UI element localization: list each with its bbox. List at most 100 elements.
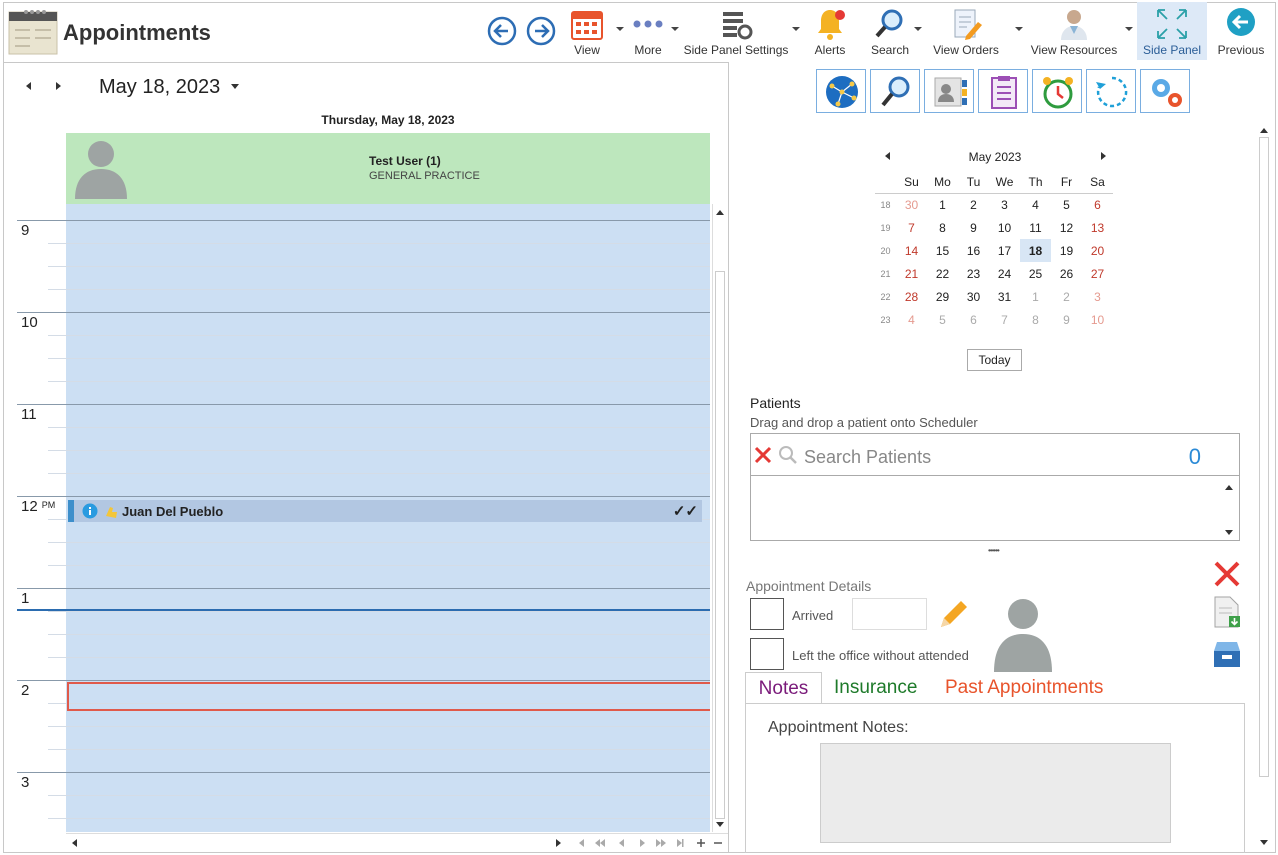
more-dropdown-arrow[interactable] (671, 27, 679, 31)
contact-card-button[interactable] (924, 69, 974, 113)
calendar-day[interactable]: 29 (927, 285, 958, 308)
delete-icon[interactable] (1212, 559, 1242, 589)
left-office-checkbox[interactable] (750, 638, 784, 670)
forward-button[interactable] (526, 16, 556, 46)
pencil-icon[interactable] (936, 598, 970, 632)
scheduler-vertical-scrollbar[interactable] (712, 204, 729, 832)
calendar-day[interactable]: 1 (1020, 285, 1051, 308)
today-button[interactable]: Today (967, 349, 1022, 371)
calendar-day[interactable]: 16 (958, 239, 989, 262)
calendar-day[interactable]: 31 (989, 285, 1020, 308)
calendar-day[interactable]: 9 (1051, 308, 1082, 331)
list-scroll-up-icon[interactable] (1225, 485, 1233, 490)
calendar-day[interactable]: 4 (896, 308, 927, 331)
refresh-button[interactable] (1086, 69, 1136, 113)
search-button[interactable]: Search (868, 2, 912, 60)
side-panel-settings-button[interactable]: Side Panel Settings (683, 2, 789, 60)
calendar-day[interactable]: 4 (1020, 193, 1051, 216)
settings-dropdown-arrow[interactable] (792, 27, 800, 31)
archive-tray-icon[interactable] (1211, 639, 1243, 669)
side-scroll-thumb[interactable] (1259, 137, 1269, 777)
list-scroll-down-icon[interactable] (1225, 530, 1233, 535)
view-dropdown-arrow[interactable] (616, 27, 624, 31)
calendar-day[interactable]: 3 (1082, 285, 1113, 308)
clipboard-button[interactable] (978, 69, 1028, 113)
web-button[interactable] (816, 69, 866, 113)
calendar-day-selected[interactable]: 18 (1020, 239, 1051, 262)
calendar-day[interactable]: 6 (958, 308, 989, 331)
clear-search-icon[interactable] (753, 445, 773, 465)
alerts-button[interactable]: Alerts (808, 2, 852, 60)
calendar-day[interactable]: 19 (1051, 239, 1082, 262)
selected-time-slot[interactable] (67, 682, 710, 711)
calendar-day[interactable]: 7 (896, 216, 927, 239)
calendar-day[interactable]: 25 (1020, 262, 1051, 285)
back-button[interactable] (487, 16, 517, 46)
resources-dropdown-arrow[interactable] (1125, 27, 1133, 31)
tab-past-appointments[interactable]: Past Appointments (945, 672, 1103, 704)
calendar-day[interactable]: 12 (1051, 216, 1082, 239)
calendar-day[interactable]: 8 (1020, 308, 1051, 331)
patient-search-box[interactable]: Search Patients 0 (750, 433, 1240, 476)
date-dropdown-icon[interactable] (231, 84, 239, 89)
calendar-day[interactable]: 20 (1082, 239, 1113, 262)
calendar-day[interactable]: 1 (927, 193, 958, 216)
calendar-day[interactable]: 17 (989, 239, 1020, 262)
calendar-day[interactable]: 10 (1082, 308, 1113, 331)
calendar-day[interactable]: 28 (896, 285, 927, 308)
calendar-day[interactable]: 30 (958, 285, 989, 308)
view-orders-button[interactable]: View Orders (931, 2, 1001, 60)
tab-notes[interactable]: Notes (745, 672, 822, 704)
scroll-thumb[interactable] (715, 271, 725, 819)
calendar-day[interactable]: 22 (927, 262, 958, 285)
splitter-grip[interactable]: •••••• (988, 546, 1000, 555)
side-panel-button[interactable]: Side Panel (1137, 2, 1207, 60)
tab-insurance[interactable]: Insurance (834, 672, 917, 704)
calendar-day[interactable]: 27 (1082, 262, 1113, 285)
view-resources-button[interactable]: View Resources (1030, 2, 1118, 60)
patient-list[interactable] (750, 475, 1240, 541)
calendar-day[interactable]: 9 (958, 216, 989, 239)
arrived-checkbox[interactable] (750, 598, 784, 630)
calendar-day[interactable]: 5 (927, 308, 958, 331)
calendar-day[interactable]: 30 (896, 193, 927, 216)
calendar-day[interactable]: 24 (989, 262, 1020, 285)
view-button[interactable]: View (565, 2, 609, 60)
calendar-day[interactable]: 23 (958, 262, 989, 285)
orders-dropdown-arrow[interactable] (1015, 27, 1023, 31)
calendar-day[interactable]: 2 (1051, 285, 1082, 308)
calendar-day[interactable]: 3 (989, 193, 1020, 216)
search-dropdown-arrow[interactable] (914, 27, 922, 31)
side-panel-scrollbar[interactable] (1255, 124, 1272, 852)
info-icon[interactable] (82, 503, 98, 519)
find-button[interactable] (870, 69, 920, 113)
calendar-day[interactable]: 11 (1020, 216, 1051, 239)
next-month-icon[interactable] (1101, 152, 1106, 160)
time-grid[interactable]: 9 10 11 12 PM 1 2 3 Juan Del Pueblo ✓✓ (4, 204, 710, 832)
prev-day-icon[interactable] (26, 82, 32, 90)
current-date[interactable]: May 18, 2023 (99, 76, 220, 99)
calendar-day[interactable]: 10 (989, 216, 1020, 239)
calendar-day[interactable]: 6 (1082, 193, 1113, 216)
previous-button[interactable]: Previous (1215, 2, 1267, 60)
calendar-day[interactable]: 13 (1082, 216, 1113, 239)
timeline-navigator-icons[interactable] (574, 838, 724, 848)
calendar-day[interactable]: 8 (927, 216, 958, 239)
document-download-icon[interactable] (1212, 596, 1242, 628)
calendar-day[interactable]: 26 (1051, 262, 1082, 285)
arrived-time-field[interactable] (852, 598, 927, 630)
more-button[interactable]: More (626, 2, 670, 60)
calendar-day[interactable]: 14 (896, 239, 927, 262)
settings-button[interactable] (1140, 69, 1190, 113)
next-day-icon[interactable] (56, 82, 62, 90)
calendar-day[interactable]: 5 (1051, 193, 1082, 216)
calendar-day[interactable]: 7 (989, 308, 1020, 331)
appointment-block[interactable]: Juan Del Pueblo ✓✓ (68, 500, 702, 522)
patient-search-input[interactable]: Search Patients (804, 447, 931, 468)
scheduler-horizontal-scrollbar[interactable] (66, 833, 728, 850)
calendar-day[interactable]: 21 (896, 262, 927, 285)
calendar-day[interactable]: 15 (927, 239, 958, 262)
appointment-notes-input[interactable] (820, 743, 1171, 843)
calendar-day[interactable]: 2 (958, 193, 989, 216)
alarm-button[interactable] (1032, 69, 1082, 113)
